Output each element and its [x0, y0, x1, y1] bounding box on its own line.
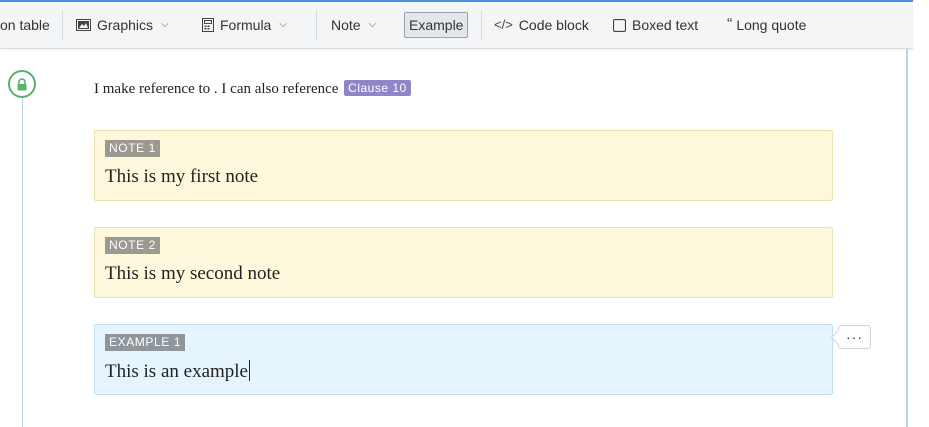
reference-paragraph[interactable]: I make reference to . I can also referen… [94, 80, 411, 98]
toolbar-formula-label: Formula [220, 17, 272, 33]
toolbar-divider [62, 10, 63, 40]
calculator-icon [202, 18, 214, 32]
toolbar-graphics-dropdown[interactable]: Graphics ⌵ [76, 13, 169, 37]
toolbar-code-block-button[interactable]: </> Code block [494, 13, 589, 37]
toolbar-table-button[interactable]: on table [0, 13, 50, 37]
more-icon: ··· [846, 329, 863, 345]
editor-toolbar: on table Graphics ⌵ Formula ⌵ Note ⌵ Exa… [0, 0, 913, 49]
toolbar-formula-dropdown[interactable]: Formula ⌵ [202, 13, 287, 37]
more-options-button[interactable]: ··· [838, 325, 871, 349]
note-text[interactable]: This is my first note [105, 166, 258, 188]
paragraph-text: I make reference to . I can also referen… [94, 81, 339, 97]
note-block[interactable]: NOTE 2 This is my second note [94, 227, 833, 298]
toolbar-example-button[interactable]: Example [404, 12, 469, 38]
example-label: EXAMPLE 1 [105, 334, 186, 351]
toolbar-divider [316, 10, 317, 40]
chevron-down-icon: ⌵ [279, 19, 287, 30]
note-label: NOTE 2 [105, 237, 160, 254]
toolbar-boxed-text-label: Boxed text [632, 17, 699, 33]
box-icon [613, 18, 626, 32]
gutter-line [22, 96, 23, 427]
toolbar-table-label: on table [0, 17, 50, 33]
example-text-wrapper[interactable]: This is an example [105, 360, 250, 383]
chevron-down-icon: ⌵ [368, 19, 377, 30]
example-text[interactable]: This is an example [105, 361, 248, 382]
toolbar-note-dropdown[interactable]: Note ⌵ [331, 13, 376, 37]
lock-icon[interactable] [8, 70, 36, 98]
toolbar-note-label: Note [331, 17, 361, 33]
toolbar-divider [481, 10, 482, 40]
note-label: NOTE 1 [105, 140, 160, 157]
clause-reference-tag[interactable]: Clause 10 [344, 80, 411, 96]
note-text[interactable]: This is my second note [105, 263, 280, 285]
toolbar-graphics-label: Graphics [97, 17, 154, 33]
toolbar-example-label: Example [409, 17, 464, 33]
toolbar-boxed-text-button[interactable]: Boxed text [613, 13, 698, 37]
toolbar-code-block-label: Code block [518, 17, 589, 33]
image-icon [76, 19, 91, 31]
quote-icon: “ [727, 16, 733, 33]
code-icon: </> [494, 17, 513, 32]
editor-border [906, 49, 908, 427]
toolbar-long-quote-button[interactable]: “ Long quote [727, 13, 806, 37]
text-cursor [249, 360, 250, 381]
chevron-down-icon: ⌵ [161, 19, 169, 30]
example-block[interactable]: EXAMPLE 1 This is an example [94, 324, 833, 395]
note-block[interactable]: NOTE 1 This is my first note [94, 130, 833, 201]
toolbar-long-quote-label: Long quote [736, 17, 807, 33]
